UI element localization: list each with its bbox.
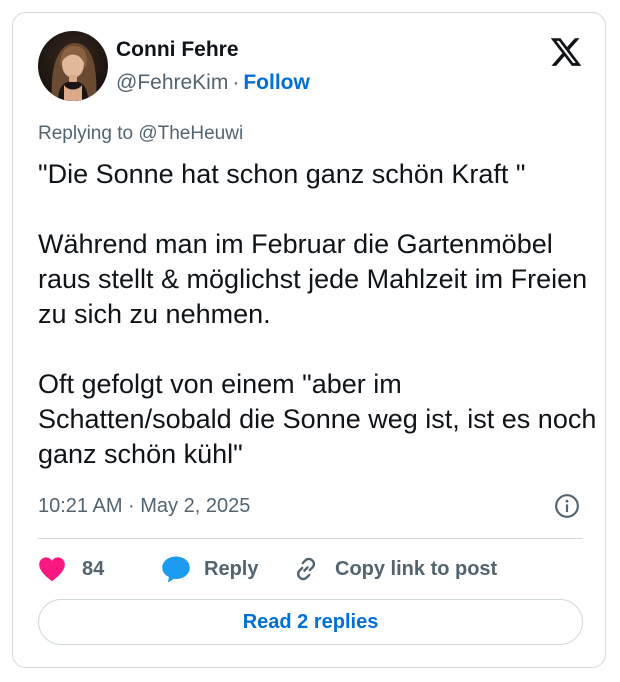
replying-to[interactable]: Replying to @TheHeuwi — [38, 121, 243, 147]
action-bar: 84 Reply Copy link to post — [38, 554, 583, 584]
post-text: "Die Sonne hat schon ganz schön Kraft " … — [38, 159, 597, 469]
reply-button[interactable]: Reply — [161, 554, 258, 584]
speech-bubble-icon — [162, 556, 190, 583]
author-handle[interactable]: @FehreKim — [116, 71, 228, 94]
copy-link-button[interactable]: Copy link to post — [293, 554, 497, 584]
follow-button[interactable]: Follow — [243, 71, 310, 94]
reply-label: Reply — [204, 557, 259, 580]
post-card: Conni Fehre @FehreKim · Follow Replying to… — [12, 12, 606, 668]
author-name[interactable]: Conni Fehre — [116, 37, 239, 63]
handle-row: @FehreKim · Follow — [116, 70, 310, 96]
avatar-image — [38, 31, 108, 101]
link-icon — [296, 557, 316, 581]
heart-icon — [39, 557, 65, 582]
x-logo-icon[interactable] — [549, 35, 583, 69]
copy-link-label: Copy link to post — [335, 557, 498, 580]
post-timestamp[interactable]: 10:21 AM · May 2, 2025 — [38, 493, 250, 519]
divider — [38, 538, 583, 539]
read-replies-label: Read 2 replies — [242, 610, 379, 633]
like-button[interactable]: 84 — [38, 554, 104, 584]
avatar[interactable] — [38, 31, 108, 101]
info-icon[interactable] — [554, 493, 580, 519]
like-count: 84 — [82, 557, 105, 580]
read-replies-button[interactable]: Read 2 replies — [38, 599, 583, 645]
separator-dot: · — [232, 71, 240, 94]
